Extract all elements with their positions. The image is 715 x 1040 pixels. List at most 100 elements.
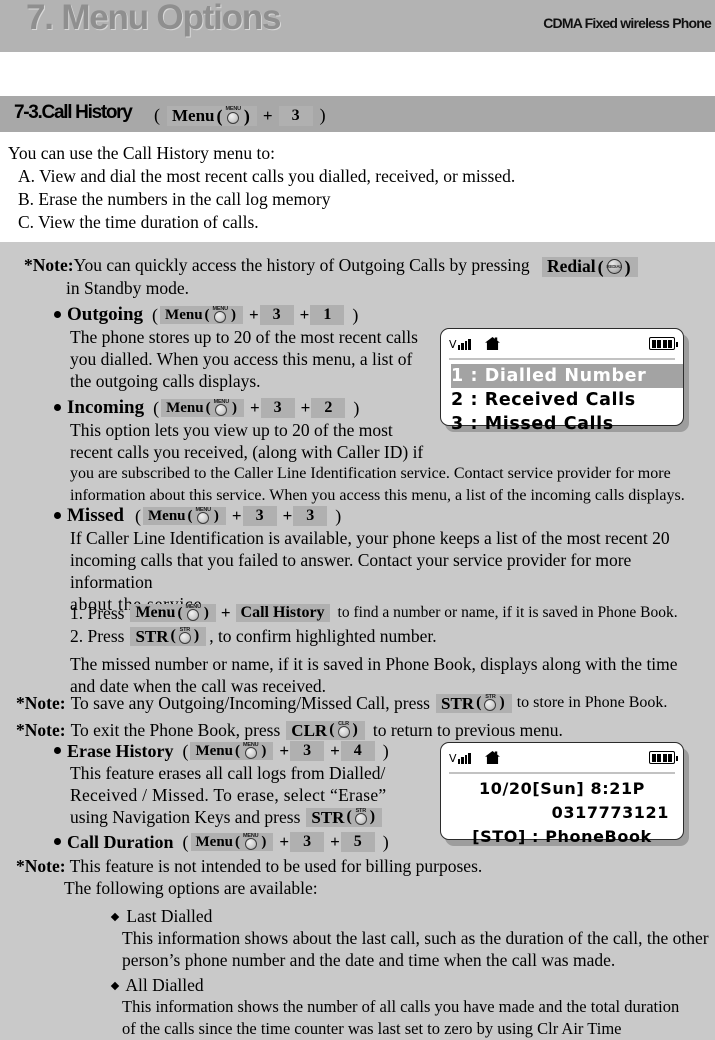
- option-last-dialled: Last Dialled This information shows abou…: [110, 905, 712, 971]
- incoming-body-line-4: information about this service. When you…: [70, 487, 685, 504]
- key-3-badge: 3: [278, 105, 313, 126]
- menu-button-icon: MENU: [243, 833, 259, 851]
- str-key-badge: STR ( STR ): [130, 626, 207, 646]
- outgoing-body-line-3: the outgoing calls displays.: [70, 371, 261, 391]
- intro-item-c: C. View the time duration of calls.: [18, 212, 259, 232]
- note-save-pre: To save any Outgoing/Incoming/Missed Cal…: [70, 693, 430, 713]
- menu-key-badge: Menu ( MENU ): [143, 506, 226, 526]
- str-key-badge: STR ( STR ): [436, 693, 512, 713]
- clr-button-icon: CLR: [337, 721, 350, 739]
- missed-block: Missed ( Menu ( MENU ) + 3 + 3 ) If Call…: [54, 505, 704, 615]
- note-redial-text: You can quickly access the history of Ou…: [73, 255, 530, 275]
- menu-key-badge: Menu ( MENU ): [161, 398, 244, 418]
- redial-key-badge: Redial ( REDIAL ): [542, 256, 638, 277]
- outgoing-block: Outgoing ( Menu ( MENU ) + 3 + 1 ) The p…: [54, 304, 418, 392]
- note-save-post: to store in Phone Book.: [516, 694, 668, 711]
- clr-key-badge: CLR ( CLR ): [286, 720, 365, 740]
- menu-key-badge: Menu ( MENU ): [190, 832, 274, 852]
- menu-button-icon: MENU: [243, 742, 259, 760]
- menu-button-icon: MENU: [196, 507, 211, 525]
- step2-suffix: , to confirm highlighted number.: [209, 626, 437, 646]
- note-exit-pre: To exit the Phone Book, press: [70, 720, 281, 740]
- intro-item-a: A. View and dial the most recent calls y…: [18, 166, 516, 186]
- paren-close: ): [319, 105, 326, 125]
- option-all-dialled-name: All Dialled: [125, 975, 204, 995]
- missed-tail-line-1: The missed number or name, if it is save…: [70, 654, 678, 674]
- outgoing-body-line-1: The phone stores up to 20 of the most re…: [70, 327, 418, 347]
- key-b-badge: 4: [340, 741, 375, 761]
- option-all-dialled-line-2: of the calls since the time counter was …: [122, 1019, 622, 1038]
- bullet-icon: [54, 837, 61, 845]
- bullet-icon: [54, 511, 61, 519]
- key-a-badge: 3: [290, 832, 325, 852]
- missed-body-line-2: incoming calls that you failed to answer…: [70, 550, 632, 592]
- lcd-detail-list: 10/20[Sun] 8:21P 0317773121 [STO] : Phon…: [441, 777, 683, 849]
- key-b-badge: 5: [340, 832, 375, 852]
- step1-suffix: to find a number or name, if it is saved…: [337, 604, 678, 621]
- option-all-dialled-line-1: This information shows the number of all…: [122, 997, 680, 1016]
- outgoing-title: Outgoing: [67, 304, 144, 325]
- lcd-row-missed-calls[interactable]: 3 : Missed Calls: [451, 412, 683, 436]
- missed-heading: Missed ( Menu ( MENU ) + 3 + 3 ): [54, 505, 704, 527]
- menu-key-badge: Menu ( MENU ): [130, 603, 216, 623]
- option-last-dialled-heading: Last Dialled: [110, 905, 712, 927]
- lcd-status-bar: Ⅴ: [449, 334, 678, 360]
- menu-key-badge: Menu ( MENU ): [190, 741, 274, 761]
- redial-key-label: Redial: [547, 256, 596, 277]
- key-a-badge: 3: [242, 506, 277, 526]
- missed-step-2: 2. Press STR ( STR ) , to confirm highli…: [70, 625, 710, 647]
- menu-button-icon: MENU: [226, 107, 241, 124]
- key-b-badge: 3: [293, 506, 328, 526]
- menu-button-icon: MENU: [185, 604, 201, 622]
- bullet-icon: [54, 746, 61, 754]
- missed-steps: 1. Press Menu ( MENU ) + Call History to…: [70, 602, 710, 697]
- missed-body-line-1: If Caller Line Identification is availab…: [70, 528, 670, 548]
- key-b-badge: 2: [311, 398, 346, 418]
- key-b-badge: 1: [310, 305, 345, 325]
- lcd-row-number: 0317773121: [551, 803, 669, 822]
- option-all-dialled-heading: All Dialled: [110, 974, 712, 996]
- note-label: *Note:: [16, 856, 66, 876]
- intro-section: You can use the Call History menu to: A.…: [0, 132, 715, 242]
- missed-step-1: 1. Press Menu ( MENU ) + Call History to…: [70, 603, 678, 623]
- paren-close-inner: ): [243, 105, 250, 126]
- option-last-dialled-name: Last Dialled: [126, 906, 213, 926]
- lcd-row-received-calls[interactable]: 2 : Received Calls: [451, 388, 683, 412]
- intro-lead: You can use the Call History menu to:: [8, 143, 276, 163]
- battery-icon: [649, 751, 678, 764]
- home-icon: [485, 751, 500, 764]
- note-exit: *Note: To exit the Phone Book, press CLR…: [16, 719, 715, 741]
- call-duration-title: Call Duration: [67, 832, 174, 852]
- menu-key-label: Menu: [172, 106, 215, 125]
- menu-button-icon: MENU: [213, 306, 228, 324]
- section-title: 7-3.Call History: [14, 102, 133, 123]
- note-label: *Note:: [16, 693, 66, 713]
- page-title: 7. Menu Options: [26, 0, 281, 37]
- erase-history-block: Erase History ( Menu ( MENU ) + 3 + 4 ) …: [54, 740, 391, 828]
- call-duration-options-lead: The following options are available:: [64, 878, 318, 898]
- incoming-title: Incoming: [67, 397, 145, 418]
- str-button-icon: STR: [484, 694, 497, 712]
- incoming-body-line-2: recent calls you received, (along with C…: [70, 442, 424, 462]
- intro-item-b: B. Erase the numbers in the call log mem…: [18, 189, 331, 209]
- outgoing-heading: Outgoing ( Menu ( MENU ) + 3 + 1 ): [54, 304, 418, 326]
- chapter-banner: 7. Menu Options CDMA Fixed wireless Phon…: [0, 0, 715, 52]
- banner-gap: [0, 52, 715, 96]
- bullet-icon: [54, 403, 61, 411]
- section-key-sequence: ( Menu ( MENU ) + 3 ): [152, 105, 328, 126]
- bullet-icon: [54, 310, 61, 318]
- lcd-row-dialled-number[interactable]: 1 : Dialled Number: [451, 364, 683, 388]
- lcd-row-datetime: 10/20[Sun] 8:21P: [479, 779, 645, 798]
- option-last-dialled-line-2: person’s phone number and the date and t…: [122, 950, 616, 970]
- lcd-status-bar: Ⅴ: [449, 748, 678, 774]
- signal-bars-icon: Ⅴ: [449, 336, 471, 351]
- call-duration-heading: Call Duration ( Menu ( MENU ) + 3 + 5 ): [54, 831, 391, 853]
- key-a-badge: 3: [290, 741, 325, 761]
- key-a-badge: 3: [260, 398, 295, 418]
- lcd-menu-list: 1 : Dialled Number 2 : Received Calls 3 …: [451, 364, 683, 436]
- intro-text: You can use the Call History menu to: A.…: [8, 142, 515, 234]
- section-header-bar: 7-3.Call History ( Menu ( MENU ) + 3 ): [0, 96, 715, 132]
- step2-prefix: 2. Press: [70, 626, 125, 646]
- phone-display-missed-detail: Ⅴ 10/20[Sun] 8:21P 0317773121 [STO] : Ph…: [440, 742, 684, 846]
- note-redial: *Note:You can quickly access the history…: [24, 254, 704, 299]
